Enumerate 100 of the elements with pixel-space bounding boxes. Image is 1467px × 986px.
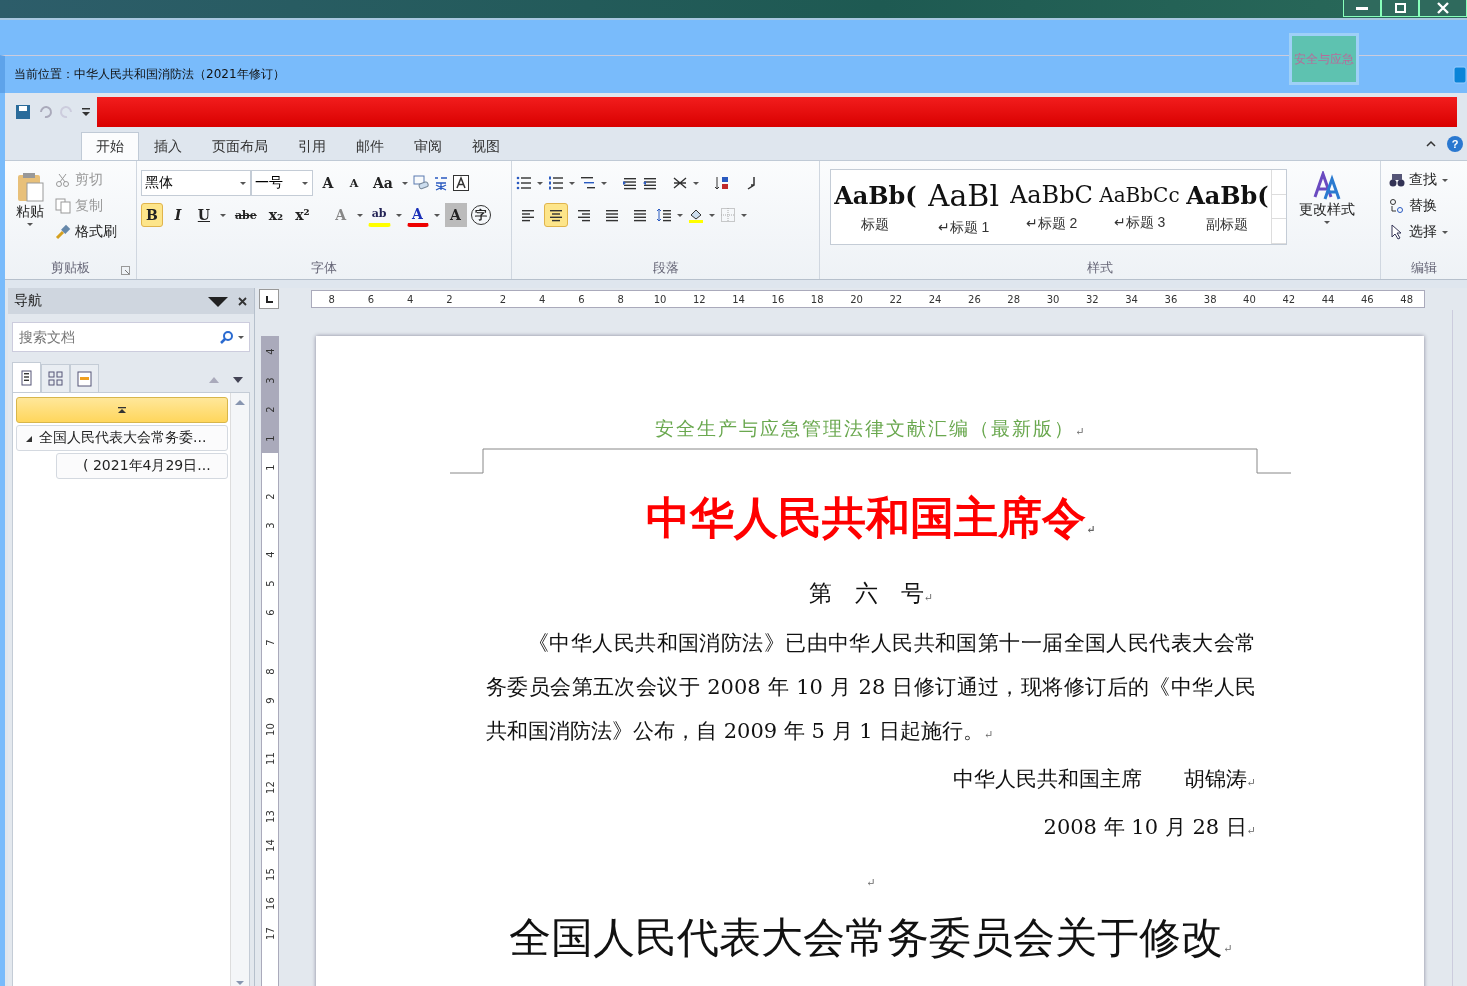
dropdown-icon [300,179,309,187]
multilevel-list-icon [579,175,596,191]
close-button[interactable] [1419,0,1467,17]
numbering-icon [547,175,564,191]
change-styles-button[interactable]: 更改样式 [1293,167,1362,257]
jump-to-top-icon [117,406,127,414]
edit-button[interactable]: 查找 [1385,167,1454,193]
font-effect-button[interactable]: A [406,203,429,227]
dialog-launcher-icon [120,266,130,275]
sort-icon [713,175,730,191]
font-button[interactable]: Aa [368,171,397,195]
font-style-button[interactable]: I [166,203,189,227]
restore-button[interactable] [1381,0,1419,17]
alignment-button[interactable] [543,203,568,227]
caret-icon [535,179,544,187]
breadcrumb-path[interactable]: 中华人民共和国消防法（2021年修订） [74,66,285,83]
ribbon-tab[interactable]: 开始 [81,132,139,160]
dropdown-icon [237,333,245,341]
close-icon [237,295,248,307]
increase-indent-icon [641,175,658,191]
caret-icon [567,179,576,187]
dropdown-icon [238,179,247,187]
bullets-icon [515,175,532,191]
search-box[interactable]: 搜索文档 [12,322,250,352]
caret-icon [1441,228,1450,236]
restore-icon [1394,3,1406,13]
text-direction-icon [671,175,688,191]
document-text: 2008 年 10 月 28 日↵ [1042,814,1256,841]
ribbon-tab[interactable]: 视图 [457,132,515,160]
character-border-icon [452,175,469,191]
replace-icon [1389,198,1406,214]
caret-icon [739,211,748,219]
line-spacing-icon [655,207,672,223]
search-icon [219,330,233,344]
group-label: 样式 [1087,259,1114,277]
monitor-icon [1453,66,1467,86]
down-triangle-icon [232,375,244,385]
expanded-triangle-icon [25,435,33,443]
paragraph-mark: ↵ [865,875,877,891]
outline-heading[interactable]: ( 2021年4月29日... [56,453,228,479]
brush-icon [55,224,71,240]
style-gallery-item[interactable]: AaBbC ↵标题 2 [1007,170,1096,244]
tab-selector[interactable] [259,289,279,309]
align-lines-icon [603,207,620,223]
style-gallery-item[interactable]: AaBbCc ↵标题 3 [1095,170,1184,244]
style-gallery-item[interactable]: AaBb( 副标题 [1183,170,1272,244]
tab-stop-icon [264,295,274,303]
caret-icon [599,179,608,187]
document-text: 全国人民代表大会常务委员会关于修改↵ [508,912,1234,964]
font-style-button[interactable]: abe [230,203,261,227]
help-button[interactable]: ? [1447,136,1463,152]
document-text: 中华人民共和国主席 胡锦涛↵ [951,766,1256,793]
font-name-field[interactable]: 黑体 [140,170,251,196]
up-triangle-icon [234,397,246,407]
font-effect-button[interactable]: ab [367,203,391,227]
align-lines-icon [575,207,592,223]
caret-icon [707,211,716,219]
font-style-button[interactable]: U [192,203,215,227]
align-lines-icon [519,207,536,223]
breadcrumb-label: 当前位置： [14,66,74,83]
font-style-button[interactable]: x₂ [264,203,288,227]
document-text: 第 六 号↵ [807,579,935,608]
font-size-field[interactable]: 一号 [250,170,313,196]
font-style-button[interactable]: x² [291,203,314,227]
font-style-button[interactable]: B [140,203,163,227]
style-gallery-item[interactable]: AaBl ↵标题 1 [919,170,1008,244]
font-effect-button[interactable]: A [444,203,467,227]
ribbon-tab[interactable]: 页面布局 [197,132,283,160]
edit-button[interactable]: 选择 [1385,219,1454,245]
edit-button[interactable]: 替换 [1385,193,1454,219]
caret-icon [432,211,441,219]
minimize-button[interactable] [1343,0,1381,17]
group-label: 剪贴板 [50,259,90,277]
clipboard-button[interactable]: 格式刷 [51,219,121,245]
close-icon [1437,2,1449,14]
font-button[interactable]: A [316,171,339,195]
nav-view-tab[interactable] [12,362,41,392]
font-button[interactable]: A [342,171,365,195]
phonetic-guide-icon [432,175,449,191]
caret-icon [400,179,409,187]
headings-view-icon [20,369,33,386]
undo-icon [37,103,53,120]
pane-menu-icon [207,294,229,308]
ribbon-tab[interactable]: 审阅 [399,132,457,160]
vertical-ruler[interactable]: 4 3 2 1 1 2 3 4 5 6 7 8 9 10 11 12 13 14 15 16 17 [261,336,279,986]
nav-view-tab[interactable] [70,364,99,392]
clear-format-icon [412,175,429,191]
clipboard-icon [15,171,45,203]
outline-heading[interactable]: 全国人民代表大会常务委... [16,425,228,451]
style-gallery-item[interactable]: AaBb( 标题 [831,170,920,244]
align-lines-icon [547,207,564,223]
paste-button[interactable]: 粘贴 [9,167,51,257]
ribbon-tab[interactable]: 引用 [283,132,341,160]
align-lines-icon [631,207,648,223]
customize-toolbar-icon [81,105,91,118]
borders-icon [719,207,736,223]
ribbon-tab[interactable]: 邮件 [341,132,399,160]
ribbon-tab[interactable]: 插入 [139,132,197,160]
horizontal-ruler[interactable]: 8 6 4 2 2 4 6 8 10 12 14 16 18 20 22 24 26 28 30 32 34 36 38 40 42 44 46 48 [311,290,1425,308]
document-text: 《中华人民共和国消防法》已由中华人民共和国第十一届全国人民代表大会常务委员会第五次会议于 2008 年 10 月 28 日修订通过，现将修订后的《中华人民共和国消防法》公布，自 2009 年 5 月 1 日起施行。↵ [486,630,1256,745]
